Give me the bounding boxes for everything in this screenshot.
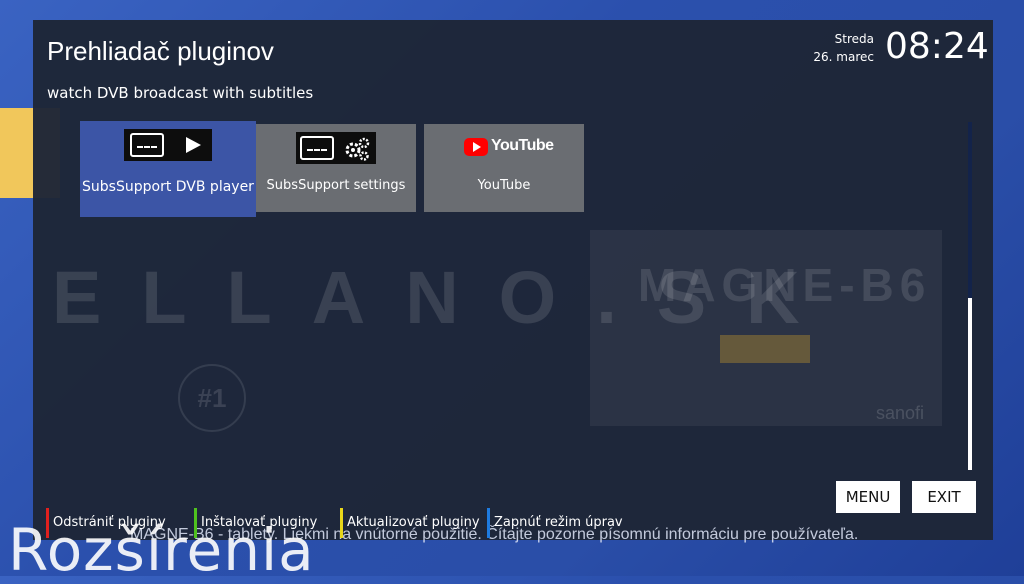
footer-label: Inštalovať pluginy <box>201 515 318 530</box>
plugin-label: SubsSupport DVB player <box>82 179 254 195</box>
footer-label: Zapnúť režim úprav <box>494 515 623 530</box>
blue-key-icon <box>487 508 490 538</box>
plugin-tile-subssupport-settings[interactable]: SubsSupport settings <box>256 124 416 212</box>
plugin-label: SubsSupport settings <box>266 178 406 193</box>
youtube-logo-icon: YouTube <box>464 136 554 160</box>
plugin-description: watch DVB broadcast with subtitles <box>47 84 314 102</box>
green-key-install-plugins[interactable]: Inštalovať pluginy <box>194 508 317 538</box>
plugin-label: YouTube <box>477 178 531 193</box>
background-badge: #1 <box>178 364 246 432</box>
subtitles-play-icon <box>124 129 212 161</box>
date-label: 26. marec <box>813 50 874 64</box>
page-title: Prehliadač pluginov <box>47 36 274 66</box>
subtitles-gear-icon <box>296 132 376 164</box>
menu-button[interactable]: MENU <box>836 481 900 513</box>
footer-label: Odstrániť pluginy <box>53 515 166 530</box>
blue-key-edit-mode[interactable]: Zapnúť režim úprav <box>487 508 623 538</box>
red-key-remove-plugins[interactable]: Odstrániť pluginy <box>46 508 166 538</box>
youtube-logo-text: YouTube <box>491 137 554 154</box>
background-pack-logo: sanofi <box>876 403 925 423</box>
red-key-icon <box>46 508 49 538</box>
scrollbar-thumb[interactable] <box>968 298 972 470</box>
clock: 08:24 <box>885 26 989 67</box>
plugin-tile-subssupport-dvb-player[interactable]: SubsSupport DVB player <box>80 121 256 217</box>
exit-button[interactable]: EXIT <box>912 481 976 513</box>
green-key-icon <box>194 508 197 538</box>
plugin-tile-youtube[interactable]: YouTube YouTube <box>424 124 584 212</box>
date-display: Streda 26. marec <box>813 30 874 66</box>
day-label: Streda <box>834 32 874 46</box>
yellow-key-icon <box>340 508 343 538</box>
yellow-key-update-plugins[interactable]: Aktualizovať pluginy <box>340 508 480 538</box>
footer-label: Aktualizovať pluginy <box>347 515 480 530</box>
channel-watermark: ELLANO.SK <box>52 256 840 339</box>
